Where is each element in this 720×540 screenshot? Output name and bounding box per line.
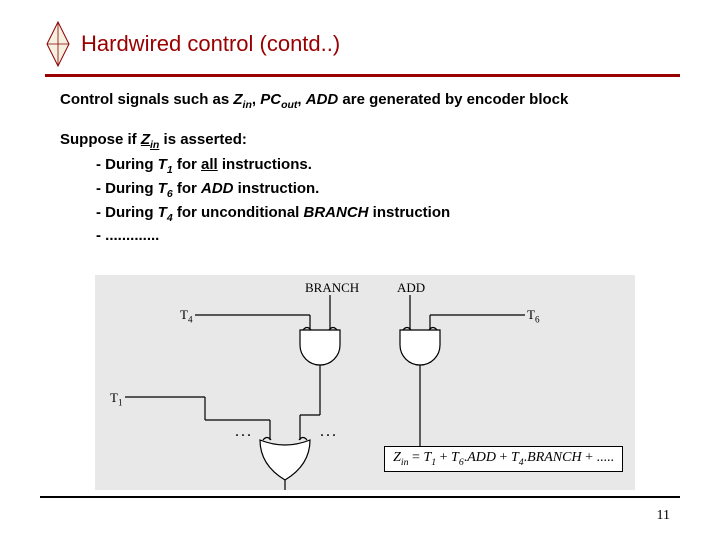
bullet-2: - During T6 for ADD instruction. (96, 178, 680, 202)
slide-content: Control signals such as Zin, PCout, ADD … (0, 77, 720, 246)
and-gate-right (400, 295, 525, 455)
bullet-4: - ............. (96, 225, 680, 246)
and-gate-left (195, 295, 340, 440)
intro-line: Control signals such as Zin, PCout, ADD … (60, 89, 680, 113)
page-number: 11 (657, 508, 670, 524)
diamond-icon (45, 20, 71, 68)
slide-title: Hardwired control (contd..) (81, 31, 340, 57)
footer-divider (40, 496, 680, 498)
logic-diagram: BRANCH ADD T4 T6 T1 ... ... (95, 275, 635, 490)
bullet-3: - During T4 for unconditional BRANCH ins… (96, 202, 680, 226)
or-gate (260, 438, 310, 491)
suppose-line: Suppose if Zin is asserted: (60, 129, 680, 153)
bullet-1: - During T1 for all instructions. (96, 154, 680, 178)
slide-header: Hardwired control (contd..) (0, 0, 720, 74)
equation-box: Zin = T1 + T6.ADD + T4.BRANCH + ..... (384, 446, 623, 472)
